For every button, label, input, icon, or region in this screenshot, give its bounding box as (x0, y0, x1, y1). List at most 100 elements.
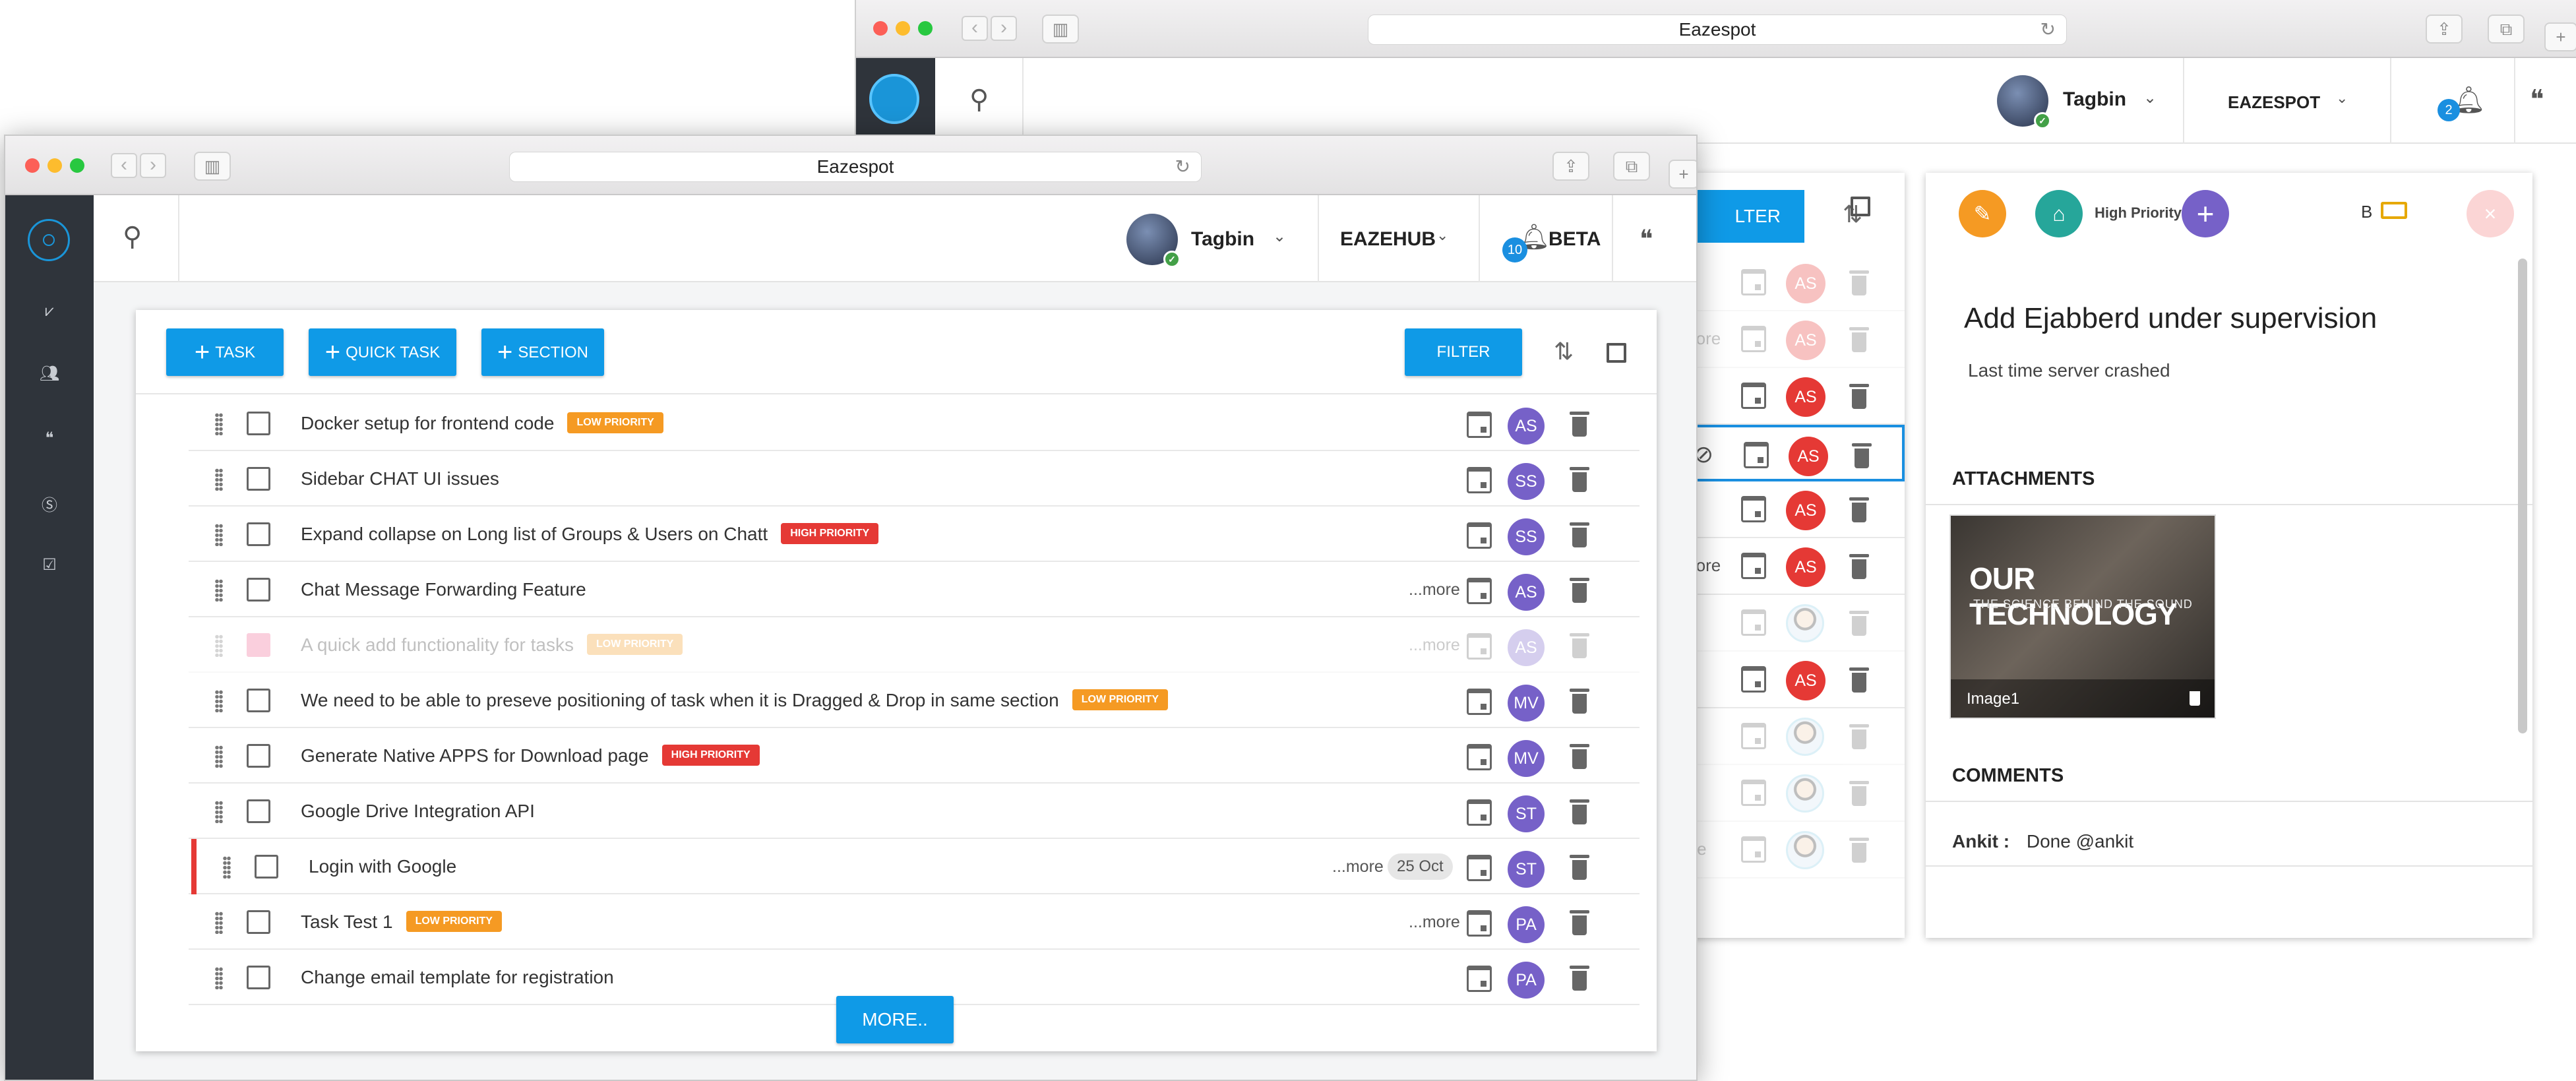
assignee-avatar[interactable]: AS (1786, 321, 1825, 360)
sidebar-toggle-icon[interactable]: ▥ (1042, 15, 1079, 44)
delete-icon[interactable] (1849, 496, 1869, 522)
delete-icon[interactable] (1570, 576, 1589, 603)
task-title[interactable]: We need to be able to preseve positionin… (301, 673, 1169, 728)
calendar-icon[interactable] (1741, 780, 1766, 806)
assignee-avatar[interactable] (1786, 774, 1824, 813)
chevron-down-icon[interactable]: ⌄ (2336, 90, 2348, 107)
assignee-avatar[interactable]: ST (1508, 851, 1545, 888)
new-tab-icon[interactable]: + (1669, 160, 1696, 189)
assignee-avatar[interactable] (1786, 604, 1824, 642)
more-link[interactable]: ...more (1332, 839, 1384, 894)
workspace-name[interactable]: EAZEHUB (1340, 228, 1436, 251)
delete-icon[interactable] (1849, 383, 1869, 409)
task-checkbox[interactable] (247, 467, 270, 491)
calendar-icon[interactable] (1741, 666, 1766, 693)
more-link[interactable]: ...more (1409, 617, 1460, 673)
calendar-icon[interactable] (1467, 910, 1492, 937)
task-title[interactable]: Chat Message Forwarding Feature (301, 562, 586, 617)
add-icon[interactable]: + (2182, 190, 2229, 237)
assignee-avatar[interactable]: PA (1508, 962, 1545, 999)
task-row[interactable]: A quick add functionality for tasks LOW P… (189, 617, 1640, 673)
tag-icon[interactable]: ⌂ (2035, 190, 2083, 237)
user-avatar[interactable]: ✓ (1997, 75, 2051, 129)
user-avatar[interactable]: ✓ (1126, 214, 1181, 268)
delete-icon[interactable] (1570, 466, 1589, 492)
delete-icon[interactable] (1849, 553, 1869, 579)
forward-nav-icon[interactable]: › (140, 153, 166, 178)
assignee-avatar[interactable]: ST (1508, 795, 1545, 832)
task-title[interactable]: Expand collapse on Long list of Groups &… (301, 507, 879, 562)
task-checkbox[interactable] (247, 412, 270, 435)
chevron-down-icon[interactable]: ⌄ (2143, 88, 2157, 108)
address-bar[interactable]: Eazespot ↻ (509, 152, 1202, 182)
search-icon[interactable]: ⚲ (123, 222, 142, 252)
expand-icon[interactable] (1851, 197, 1870, 216)
task-checkbox[interactable] (255, 855, 278, 879)
more-link[interactable]: ...more (1409, 894, 1460, 950)
assignee-avatar[interactable]: MV (1508, 740, 1545, 777)
add-section-button[interactable]: + SECTION (481, 328, 604, 376)
new-tab-icon[interactable]: + (2544, 22, 2576, 51)
task-checkbox[interactable] (247, 689, 270, 712)
task-title[interactable]: A quick add functionality for tasks LOW P… (301, 617, 683, 673)
assignee-avatar[interactable]: AS (1508, 574, 1545, 611)
filter-button[interactable]: FILTER (1405, 328, 1522, 376)
reload-icon[interactable]: ↻ (2040, 15, 2056, 44)
calendar-icon[interactable] (1467, 633, 1492, 660)
user-name[interactable]: Tagbin (1191, 228, 1254, 251)
assignee-avatar[interactable]: AS (1786, 661, 1825, 700)
delete-icon[interactable] (1849, 666, 1869, 693)
calendar-icon[interactable] (1467, 578, 1492, 604)
app-logo-icon[interactable] (869, 74, 919, 124)
tasks-icon[interactable]: ☑ (5, 555, 94, 574)
due-date-chip[interactable]: 25 Oct (1388, 853, 1453, 880)
more-link[interactable]: ...more (1409, 562, 1460, 617)
task-row[interactable]: Sidebar CHAT UI issues SS (189, 451, 1640, 507)
task-checkbox[interactable] (247, 910, 270, 934)
delete-icon[interactable] (1849, 836, 1869, 863)
delete-icon[interactable] (1849, 269, 1869, 295)
chat-icon[interactable]: ❝ (1640, 224, 1653, 254)
drag-handle-icon[interactable] (215, 801, 223, 823)
back-nav-icon[interactable]: ‹ (962, 16, 988, 41)
detail-scrollbar[interactable] (2518, 259, 2527, 733)
tabs-icon[interactable]: ⧉ (2488, 15, 2525, 44)
calendar-icon[interactable] (1741, 269, 1766, 295)
task-title[interactable]: Docker setup for frontend code LOW PRIORI… (301, 396, 663, 451)
calendar-icon[interactable] (1467, 522, 1492, 549)
delete-icon[interactable] (1570, 798, 1589, 824)
assignee-avatar[interactable]: PA (1508, 906, 1545, 943)
priority-label[interactable]: High Priority (2095, 204, 2182, 222)
drag-handle-icon[interactable] (215, 468, 223, 491)
chevron-down-icon[interactable]: ⌄ (1436, 227, 1448, 244)
reload-icon[interactable]: ↻ (1175, 152, 1190, 181)
zoom-window-button[interactable] (70, 158, 84, 173)
calendar-icon[interactable] (1741, 383, 1766, 409)
drag-handle-icon[interactable] (215, 579, 223, 602)
assignee-avatar[interactable] (1786, 831, 1824, 869)
assignee-avatar[interactable]: SS (1508, 518, 1545, 555)
assignee-avatar[interactable]: AS (1786, 377, 1825, 417)
delete-icon[interactable] (1849, 326, 1869, 352)
delete-icon[interactable] (1570, 521, 1589, 547)
drag-handle-icon[interactable] (223, 856, 231, 879)
task-checkbox[interactable] (247, 799, 270, 823)
more-button[interactable]: MORE.. (836, 996, 954, 1043)
calendar-icon[interactable] (1741, 496, 1766, 522)
assignee-avatar[interactable]: AS (1786, 491, 1825, 530)
task-checkbox[interactable] (247, 578, 270, 602)
task-title[interactable]: Login with Google (309, 839, 456, 894)
calendar-icon[interactable] (1467, 855, 1492, 881)
add-task-button[interactable]: + TASK (166, 328, 284, 376)
calendar-icon[interactable] (1741, 326, 1766, 352)
drag-handle-icon[interactable] (215, 745, 223, 768)
calendar-icon[interactable] (1467, 799, 1492, 826)
delete-attachment-icon[interactable] (2190, 691, 2200, 706)
task-row[interactable]: Chat Message Forwarding Feature ...more AS (189, 562, 1640, 617)
tabs-icon[interactable]: ⧉ (1613, 152, 1650, 181)
zoom-window-button[interactable] (918, 21, 933, 36)
task-checkbox[interactable] (247, 522, 270, 546)
task-row[interactable]: We need to be able to preseve positionin… (189, 673, 1640, 728)
workspace-name[interactable]: EAZESPOT (2228, 92, 2320, 113)
quick-task-button[interactable]: + QUICK TASK (309, 328, 456, 376)
